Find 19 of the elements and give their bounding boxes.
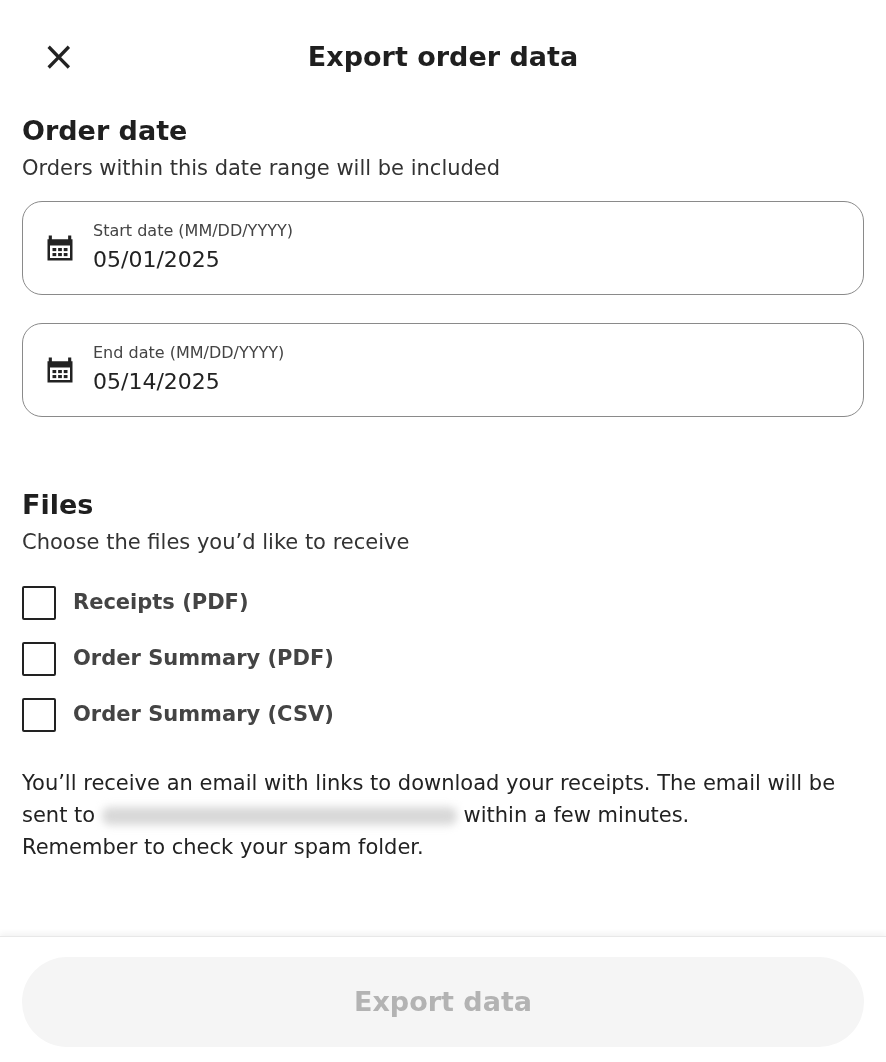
section-heading: Files — [22, 488, 95, 522]
checkbox-label: Order Summary (CSV) — [73, 701, 334, 729]
checkbox[interactable] — [22, 585, 56, 620]
checkbox-label: Order Summary (PDF) — [73, 645, 334, 673]
close-button[interactable]: × — [38, 36, 80, 76]
field-value: 05/01/2025 — [93, 246, 221, 275]
field-label: Start date (MM/DD/YYYY) — [93, 220, 294, 243]
checkbox-label: Receipts (PDF) — [73, 589, 249, 617]
date-field[interactable]: Start date (MM/DD/YYYY) 05/01/2025 — [22, 200, 864, 295]
dialog-title: Export order data — [307, 41, 579, 74]
section-description: Orders within this date range will be included — [22, 155, 502, 183]
notice-text: You’ll receive an email with links to download your receipts. The email will be sent to within a few minutes. Remember to check your spam folder. — [22, 769, 837, 861]
field-value: 05/14/2025 — [93, 368, 221, 397]
section-heading: Order date — [22, 115, 189, 148]
checkbox[interactable] — [22, 697, 56, 732]
field-label: End date (MM/DD/YYYY) — [93, 342, 286, 365]
date-field[interactable]: End date (MM/DD/YYYY) 05/14/2025 — [22, 322, 864, 417]
section-description: Choose the files you’d like to receive — [22, 529, 411, 557]
checkbox[interactable] — [22, 641, 56, 676]
